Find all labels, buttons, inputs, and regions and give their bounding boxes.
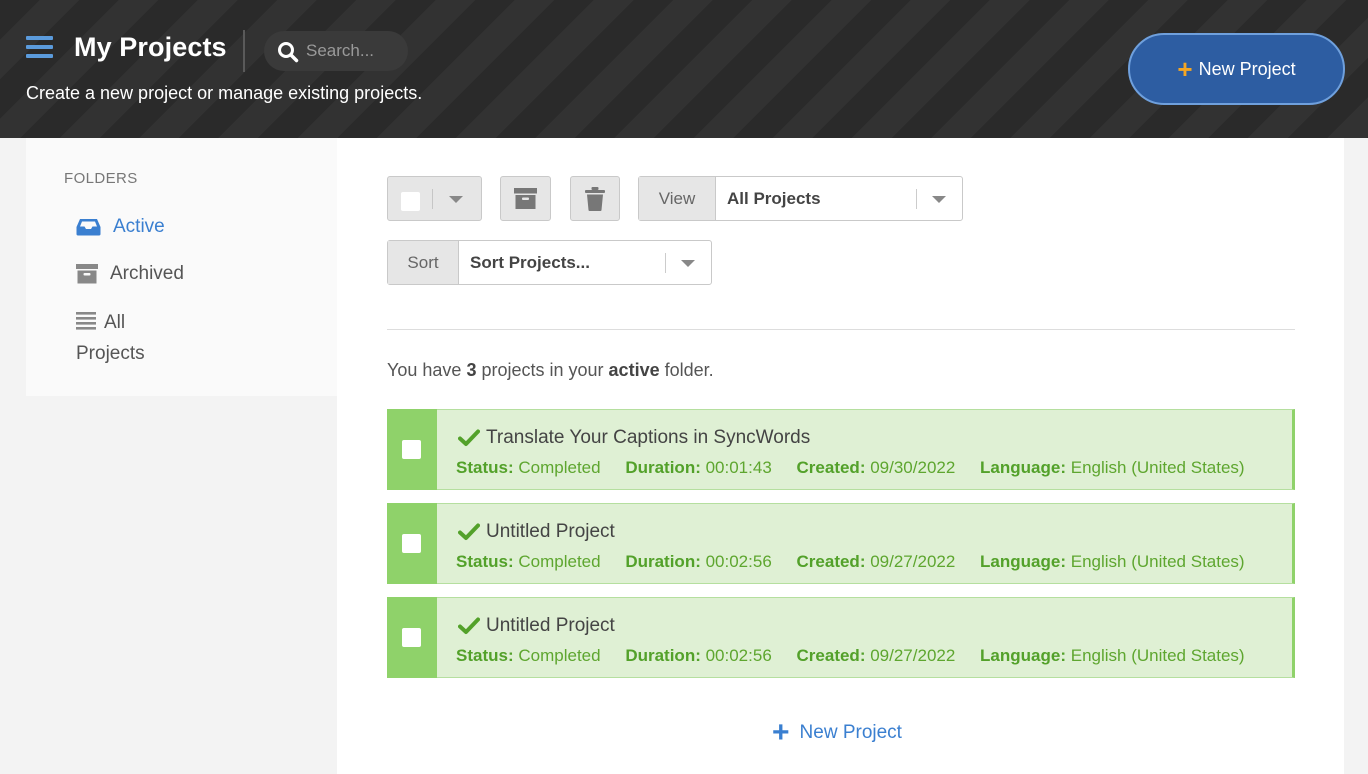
trash-icon bbox=[585, 186, 605, 211]
delete-button[interactable] bbox=[570, 176, 620, 221]
page-title: My Projects bbox=[74, 32, 227, 62]
view-label: View bbox=[639, 177, 716, 220]
project-status: Completed bbox=[518, 458, 601, 477]
divider bbox=[387, 329, 1295, 330]
sidebar-item-all-projects[interactable]: All Projects bbox=[76, 308, 196, 368]
check-icon bbox=[458, 617, 480, 635]
project-select-tab[interactable] bbox=[387, 503, 437, 584]
search-icon bbox=[278, 42, 299, 63]
sidebar-item-label-line2: Projects bbox=[76, 343, 145, 364]
chevron-down-icon bbox=[449, 196, 463, 203]
new-project-link-label: New Project bbox=[799, 722, 902, 743]
project-name-link[interactable]: Untitled Project bbox=[458, 521, 615, 543]
project-select-tab[interactable] bbox=[387, 409, 437, 490]
project-created: 09/27/2022 bbox=[870, 646, 956, 665]
project-duration: 00:02:56 bbox=[705, 646, 772, 665]
folders-heading: FOLDERS bbox=[64, 170, 138, 187]
sidebar-item-label: All bbox=[104, 312, 126, 333]
project-row: Untitled Project Status: Completed Durat… bbox=[387, 503, 1295, 584]
view-value: All Projects bbox=[727, 188, 821, 208]
project-meta: Status: Completed Duration: 00:02:56 Cre… bbox=[456, 552, 1245, 571]
title-divider bbox=[243, 30, 245, 72]
sidebar-item-label: Archived bbox=[110, 263, 184, 284]
project-count: 3 bbox=[466, 360, 477, 380]
sidebar-item-archived[interactable]: Archived bbox=[76, 263, 184, 285]
sort-select[interactable]: Sort Sort Projects... bbox=[387, 240, 712, 285]
plus-icon: + bbox=[1177, 54, 1193, 84]
project-language: English (United States) bbox=[1070, 458, 1245, 477]
project-created: 09/27/2022 bbox=[870, 552, 956, 571]
archive-box-icon bbox=[514, 188, 537, 209]
project-checkbox[interactable] bbox=[402, 628, 421, 647]
sort-label: Sort bbox=[388, 241, 459, 284]
list-icon bbox=[76, 310, 96, 339]
project-checkbox[interactable] bbox=[402, 440, 421, 459]
sidebar-item-active[interactable]: Active bbox=[76, 216, 165, 238]
project-meta: Status: Completed Duration: 00:02:56 Cre… bbox=[456, 646, 1245, 665]
select-all-checkbox[interactable] bbox=[401, 192, 420, 211]
project-select-tab[interactable] bbox=[387, 597, 437, 678]
menu-icon[interactable] bbox=[26, 36, 53, 58]
project-name-link[interactable]: Untitled Project bbox=[458, 615, 615, 637]
new-project-button[interactable]: + New Project bbox=[1128, 33, 1345, 105]
new-project-link[interactable]: + New Project bbox=[772, 718, 902, 748]
sidebar-item-label: Active bbox=[113, 216, 165, 237]
project-name: Untitled Project bbox=[486, 615, 615, 636]
folder-name: active bbox=[608, 360, 660, 380]
check-icon bbox=[458, 523, 480, 541]
archive-box-icon bbox=[76, 264, 98, 284]
page-subtitle: Create a new project or manage existing … bbox=[26, 83, 423, 103]
sort-value: Sort Projects... bbox=[470, 252, 590, 272]
sidebar: FOLDERS Active Archived All Projects bbox=[26, 138, 337, 396]
main-content: View All Projects Sort Sort Projects... … bbox=[337, 138, 1344, 774]
inbox-icon bbox=[76, 218, 101, 236]
check-icon bbox=[458, 429, 480, 447]
project-status: Completed bbox=[518, 552, 601, 571]
project-name: Untitled Project bbox=[486, 521, 615, 542]
chevron-down-icon bbox=[932, 196, 946, 203]
project-row: Untitled Project Status: Completed Durat… bbox=[387, 597, 1295, 678]
project-duration: 00:02:56 bbox=[705, 552, 772, 571]
select-all-dropdown[interactable] bbox=[387, 176, 482, 221]
app-header: My Projects Create a new project or mana… bbox=[0, 0, 1368, 138]
project-created: 09/30/2022 bbox=[870, 458, 956, 477]
project-checkbox[interactable] bbox=[402, 534, 421, 553]
project-name: Translate Your Captions in SyncWords bbox=[486, 427, 811, 448]
project-meta: Status: Completed Duration: 00:01:43 Cre… bbox=[456, 458, 1245, 477]
plus-icon: + bbox=[772, 716, 790, 749]
project-status: Completed bbox=[518, 646, 601, 665]
project-language: English (United States) bbox=[1070, 552, 1245, 571]
project-count-summary: You have 3 projects in your active folde… bbox=[387, 360, 714, 380]
project-row: Translate Your Captions in SyncWords Sta… bbox=[387, 409, 1295, 490]
project-language: English (United States) bbox=[1070, 646, 1245, 665]
search-input[interactable] bbox=[306, 39, 400, 63]
project-name-link[interactable]: Translate Your Captions in SyncWords bbox=[458, 427, 810, 449]
archive-button[interactable] bbox=[500, 176, 551, 221]
chevron-down-icon bbox=[681, 260, 695, 267]
new-project-button-label: New Project bbox=[1198, 58, 1296, 79]
project-duration: 00:01:43 bbox=[705, 458, 772, 477]
view-select[interactable]: View All Projects bbox=[638, 176, 963, 221]
search-box[interactable] bbox=[264, 31, 408, 71]
